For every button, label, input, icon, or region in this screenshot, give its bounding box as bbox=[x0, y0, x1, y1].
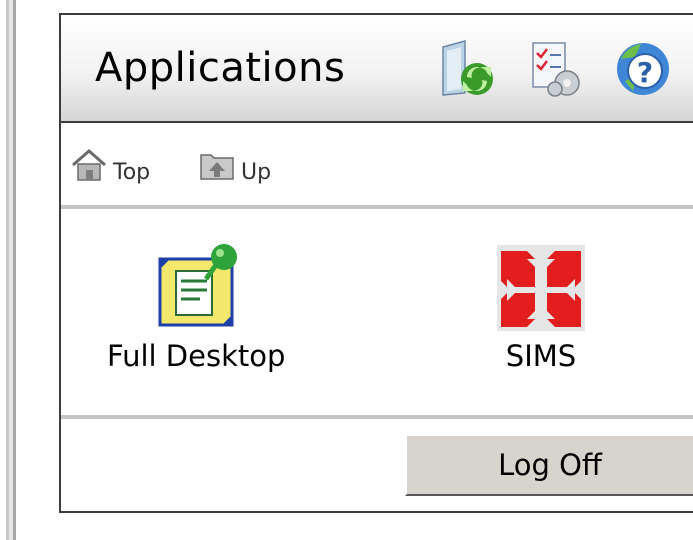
panel-header: Applications ? bbox=[61, 15, 693, 123]
page-title: Applications bbox=[95, 45, 346, 91]
help-icon[interactable]: ? bbox=[611, 37, 673, 99]
applications-panel: Applications ? Top Up Full Desktop SIMS … bbox=[59, 13, 693, 513]
app-sims[interactable]: SIMS bbox=[491, 243, 591, 373]
app-full-desktop-label: Full Desktop bbox=[107, 339, 286, 373]
full-desktop-icon bbox=[146, 243, 246, 333]
refresh-icon[interactable] bbox=[435, 37, 497, 99]
folder-up-icon bbox=[199, 147, 235, 187]
app-sims-label: SIMS bbox=[505, 339, 577, 373]
svg-text:?: ? bbox=[637, 56, 653, 89]
home-icon bbox=[71, 147, 107, 187]
nav-top-label: Top bbox=[113, 160, 151, 185]
log-off-button[interactable]: Log Off bbox=[405, 434, 693, 496]
preferences-icon[interactable] bbox=[525, 37, 587, 99]
separator-top bbox=[61, 205, 693, 209]
nav-up-link[interactable]: Up bbox=[199, 147, 271, 187]
application-list: Full Desktop SIMS bbox=[61, 213, 693, 413]
navigation-bar: Top Up bbox=[61, 123, 693, 209]
nav-up-label: Up bbox=[241, 160, 272, 185]
panel-footer: Log Off bbox=[61, 419, 693, 511]
nav-top-link[interactable]: Top bbox=[71, 147, 150, 187]
sims-icon bbox=[491, 243, 591, 333]
app-full-desktop[interactable]: Full Desktop bbox=[107, 243, 285, 373]
left-frame-border-shadow bbox=[13, 0, 16, 540]
